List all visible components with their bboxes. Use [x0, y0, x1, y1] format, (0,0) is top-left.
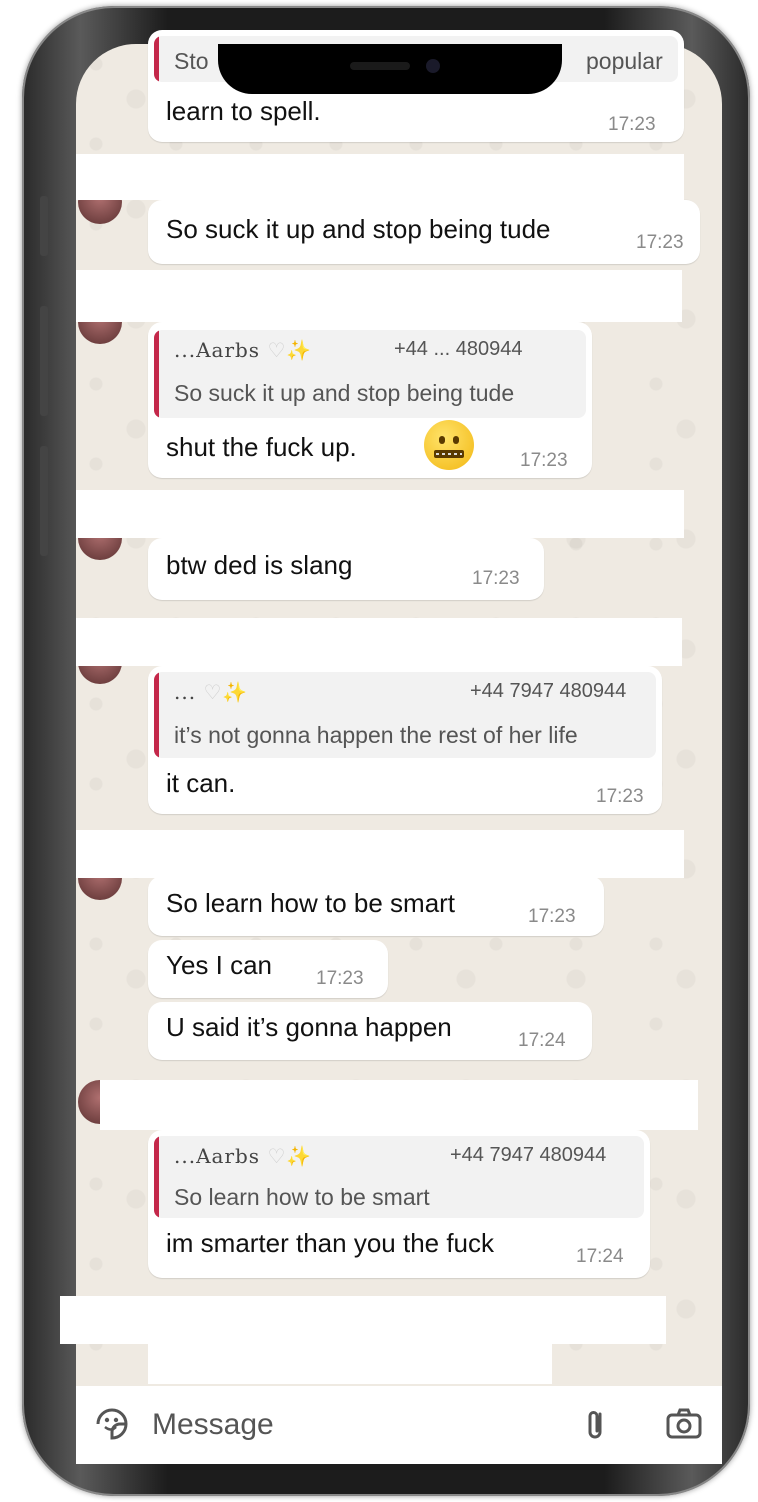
message-time: 17:24	[518, 1030, 566, 1051]
redaction-block	[60, 1296, 666, 1344]
message-text: So learn how to be smart	[166, 888, 456, 918]
quoted-message-text: So learn how to be smart	[174, 1184, 430, 1210]
message-bubble[interactable]: ... ♡✨ +44 7947 480944 it’s not gonna ha…	[148, 666, 662, 814]
camera-icon[interactable]	[664, 1404, 704, 1444]
redaction-block	[100, 1080, 698, 1130]
message-bubble[interactable]: Yes I can 17:23	[148, 940, 388, 998]
quoted-message-text: it’s not gonna happen the rest of her li…	[174, 722, 578, 748]
redaction-block	[76, 490, 684, 538]
message-bubble[interactable]: So learn how to be smart 17:23	[148, 876, 604, 936]
message-text: learn to spell.	[166, 96, 321, 126]
redaction-block	[76, 154, 684, 200]
message-time: 17:23	[472, 568, 520, 589]
quoted-sender-phone: +44 7947 480944	[450, 1144, 607, 1166]
redaction-block	[148, 1344, 552, 1384]
message-input-bar[interactable]: Message	[76, 1386, 722, 1464]
phone-side-button	[40, 306, 48, 416]
message-bubble[interactable]: ...Aarbs ♡✨ +44 ... 480944 So suck it up…	[148, 322, 592, 478]
attach-paperclip-icon[interactable]	[576, 1404, 616, 1444]
message-bubble[interactable]: So suck it up and stop being tude 17:23	[148, 200, 700, 264]
message-text: So suck it up and stop being tude	[166, 214, 551, 244]
quoted-message[interactable]: ... ♡✨ +44 7947 480944 it’s not gonna ha…	[154, 672, 656, 758]
quoted-sender-name: ...Aarbs ♡✨	[174, 1144, 313, 1168]
redaction-block	[76, 270, 682, 322]
quoted-message-text: popular	[586, 48, 663, 74]
redaction-block	[76, 830, 684, 878]
quoted-message[interactable]: ...Aarbs ♡✨ +44 7947 480944 So learn how…	[154, 1136, 644, 1218]
quoted-message[interactable]: ...Aarbs ♡✨ +44 ... 480944 So suck it up…	[154, 330, 586, 418]
redaction-block	[76, 618, 682, 666]
quoted-sender-name: ... ♡✨	[174, 680, 249, 704]
front-camera	[426, 59, 440, 73]
speaker-grille	[350, 62, 410, 70]
emoji-sticker-icon[interactable]	[92, 1404, 132, 1444]
message-text: U said it’s gonna happen	[166, 1012, 452, 1042]
message-text: shut the fuck up.	[166, 432, 357, 462]
message-time: 17:23	[608, 114, 656, 135]
message-text: im smarter than you the fuck	[166, 1228, 495, 1258]
message-text: btw ded is slang	[166, 550, 353, 580]
quoted-message-text: So suck it up and stop being tude	[174, 380, 515, 406]
phone-side-button	[40, 196, 48, 256]
quoted-sender-phone: +44 7947 480944	[470, 680, 627, 702]
quoted-sender-phone: +44 ... 480944	[394, 338, 523, 360]
phone-side-button	[40, 446, 48, 556]
message-text: Yes I can	[166, 950, 273, 980]
message-time: 17:23	[528, 906, 576, 927]
message-bubble[interactable]: ...Aarbs ♡✨ +44 7947 480944 So learn how…	[148, 1130, 650, 1278]
zipper-mouth-emoji	[424, 420, 474, 470]
message-bubble[interactable]: U said it’s gonna happen 17:24	[148, 1002, 592, 1060]
message-input[interactable]: Message	[152, 1408, 274, 1442]
message-text: it can.	[166, 768, 236, 798]
message-time: 17:24	[576, 1246, 624, 1267]
quoted-sender-name: ...Aarbs ♡✨	[174, 338, 313, 362]
message-time: 17:23	[520, 450, 568, 471]
quoted-message-text: Sto	[174, 48, 209, 74]
message-bubble[interactable]: btw ded is slang 17:23	[148, 538, 544, 600]
message-time: 17:23	[316, 968, 364, 989]
phone-notch	[218, 44, 562, 94]
message-time: 17:23	[636, 232, 684, 253]
message-time: 17:23	[596, 786, 644, 807]
